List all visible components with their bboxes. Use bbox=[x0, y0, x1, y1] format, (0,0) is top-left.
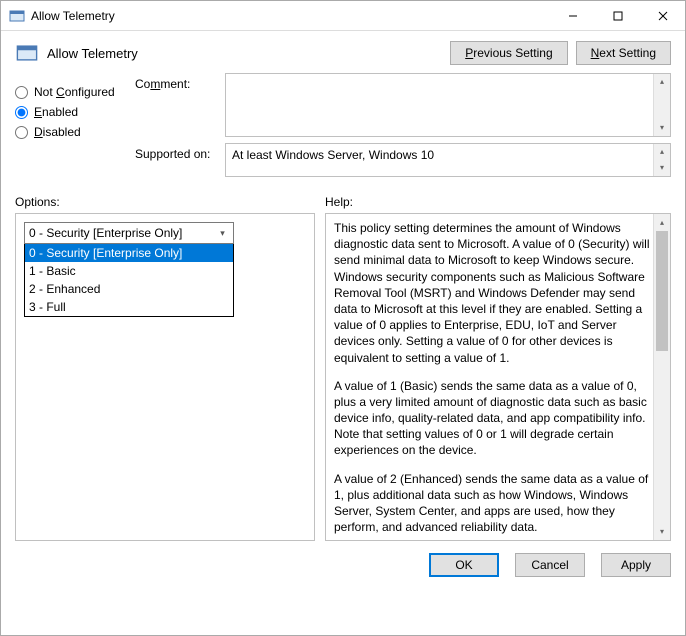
help-paragraph: This policy setting determines the amoun… bbox=[334, 220, 650, 366]
combo-selected-value: 0 - Security [Enterprise Only] bbox=[29, 226, 182, 240]
radio-enabled[interactable]: Enabled bbox=[15, 105, 135, 119]
state-radios: Not Configured Enabled Disabled bbox=[15, 73, 135, 183]
window-title: Allow Telemetry bbox=[31, 9, 550, 23]
radio-disabled-input[interactable] bbox=[15, 126, 28, 139]
header: Allow Telemetry Previous Setting Next Se… bbox=[1, 31, 685, 73]
telemetry-level-dropdown: 0 - Security [Enterprise Only] 1 - Basic… bbox=[24, 243, 234, 317]
supported-on-value: At least Windows Server, Windows 10 bbox=[232, 148, 434, 162]
minimize-button[interactable] bbox=[550, 1, 595, 30]
policy-icon bbox=[9, 8, 25, 24]
scrollbar-track[interactable] bbox=[654, 351, 670, 523]
supported-label: Supported on: bbox=[135, 143, 225, 177]
scroll-up-icon: ▴ bbox=[654, 74, 670, 90]
radio-not-configured[interactable]: Not Configured bbox=[15, 85, 135, 99]
dropdown-option[interactable]: 1 - Basic bbox=[25, 262, 233, 280]
help-pane: This policy setting determines the amoun… bbox=[325, 213, 671, 541]
scroll-up-icon: ▴ bbox=[654, 144, 670, 160]
chevron-down-icon: ▾ bbox=[214, 225, 231, 241]
radio-label: Not Configured bbox=[34, 85, 115, 99]
help-label: Help: bbox=[325, 195, 353, 209]
radio-label: Enabled bbox=[34, 105, 78, 119]
dropdown-option[interactable]: 2 - Enhanced bbox=[25, 280, 233, 298]
help-scrollbar[interactable]: ▴ ▾ bbox=[653, 214, 670, 540]
close-button[interactable] bbox=[640, 1, 685, 30]
cancel-button[interactable]: Cancel bbox=[515, 553, 585, 577]
dropdown-option[interactable]: 0 - Security [Enterprise Only] bbox=[25, 244, 233, 262]
comment-label: Comment: bbox=[135, 73, 225, 137]
radio-not-configured-input[interactable] bbox=[15, 86, 28, 99]
telemetry-level-combo[interactable]: 0 - Security [Enterprise Only] ▾ bbox=[24, 222, 234, 244]
radio-disabled[interactable]: Disabled bbox=[15, 125, 135, 139]
radio-label: Disabled bbox=[34, 125, 81, 139]
help-paragraph: A value of 1 (Basic) sends the same data… bbox=[334, 378, 650, 459]
scroll-up-icon: ▴ bbox=[654, 214, 670, 231]
policy-icon-large bbox=[15, 41, 39, 65]
page-title: Allow Telemetry bbox=[47, 46, 442, 61]
supported-on-box: At least Windows Server, Windows 10 ▴▾ bbox=[225, 143, 671, 177]
scrollbar-thumb[interactable] bbox=[656, 231, 668, 351]
radio-enabled-input[interactable] bbox=[15, 106, 28, 119]
ok-button[interactable]: OK bbox=[429, 553, 499, 577]
maximize-button[interactable] bbox=[595, 1, 640, 30]
help-paragraph: A value of 2 (Enhanced) sends the same d… bbox=[334, 471, 650, 536]
comment-scrollbar[interactable]: ▴▾ bbox=[653, 74, 670, 136]
scroll-down-icon: ▾ bbox=[654, 120, 670, 136]
previous-setting-button[interactable]: Previous Setting bbox=[450, 41, 567, 65]
supported-scrollbar[interactable]: ▴▾ bbox=[653, 144, 670, 176]
options-label: Options: bbox=[15, 195, 325, 209]
next-setting-button[interactable]: Next Setting bbox=[576, 41, 671, 65]
apply-button[interactable]: Apply bbox=[601, 553, 671, 577]
options-pane: 0 - Security [Enterprise Only] ▾ 0 - Sec… bbox=[15, 213, 315, 541]
comment-textarea[interactable]: ▴▾ bbox=[225, 73, 671, 137]
titlebar: Allow Telemetry bbox=[1, 1, 685, 31]
scroll-down-icon: ▾ bbox=[654, 160, 670, 176]
scroll-down-icon: ▾ bbox=[654, 523, 670, 540]
help-text: This policy setting determines the amoun… bbox=[326, 214, 670, 540]
footer: OK Cancel Apply bbox=[1, 541, 685, 589]
dropdown-option[interactable]: 3 - Full bbox=[25, 298, 233, 316]
